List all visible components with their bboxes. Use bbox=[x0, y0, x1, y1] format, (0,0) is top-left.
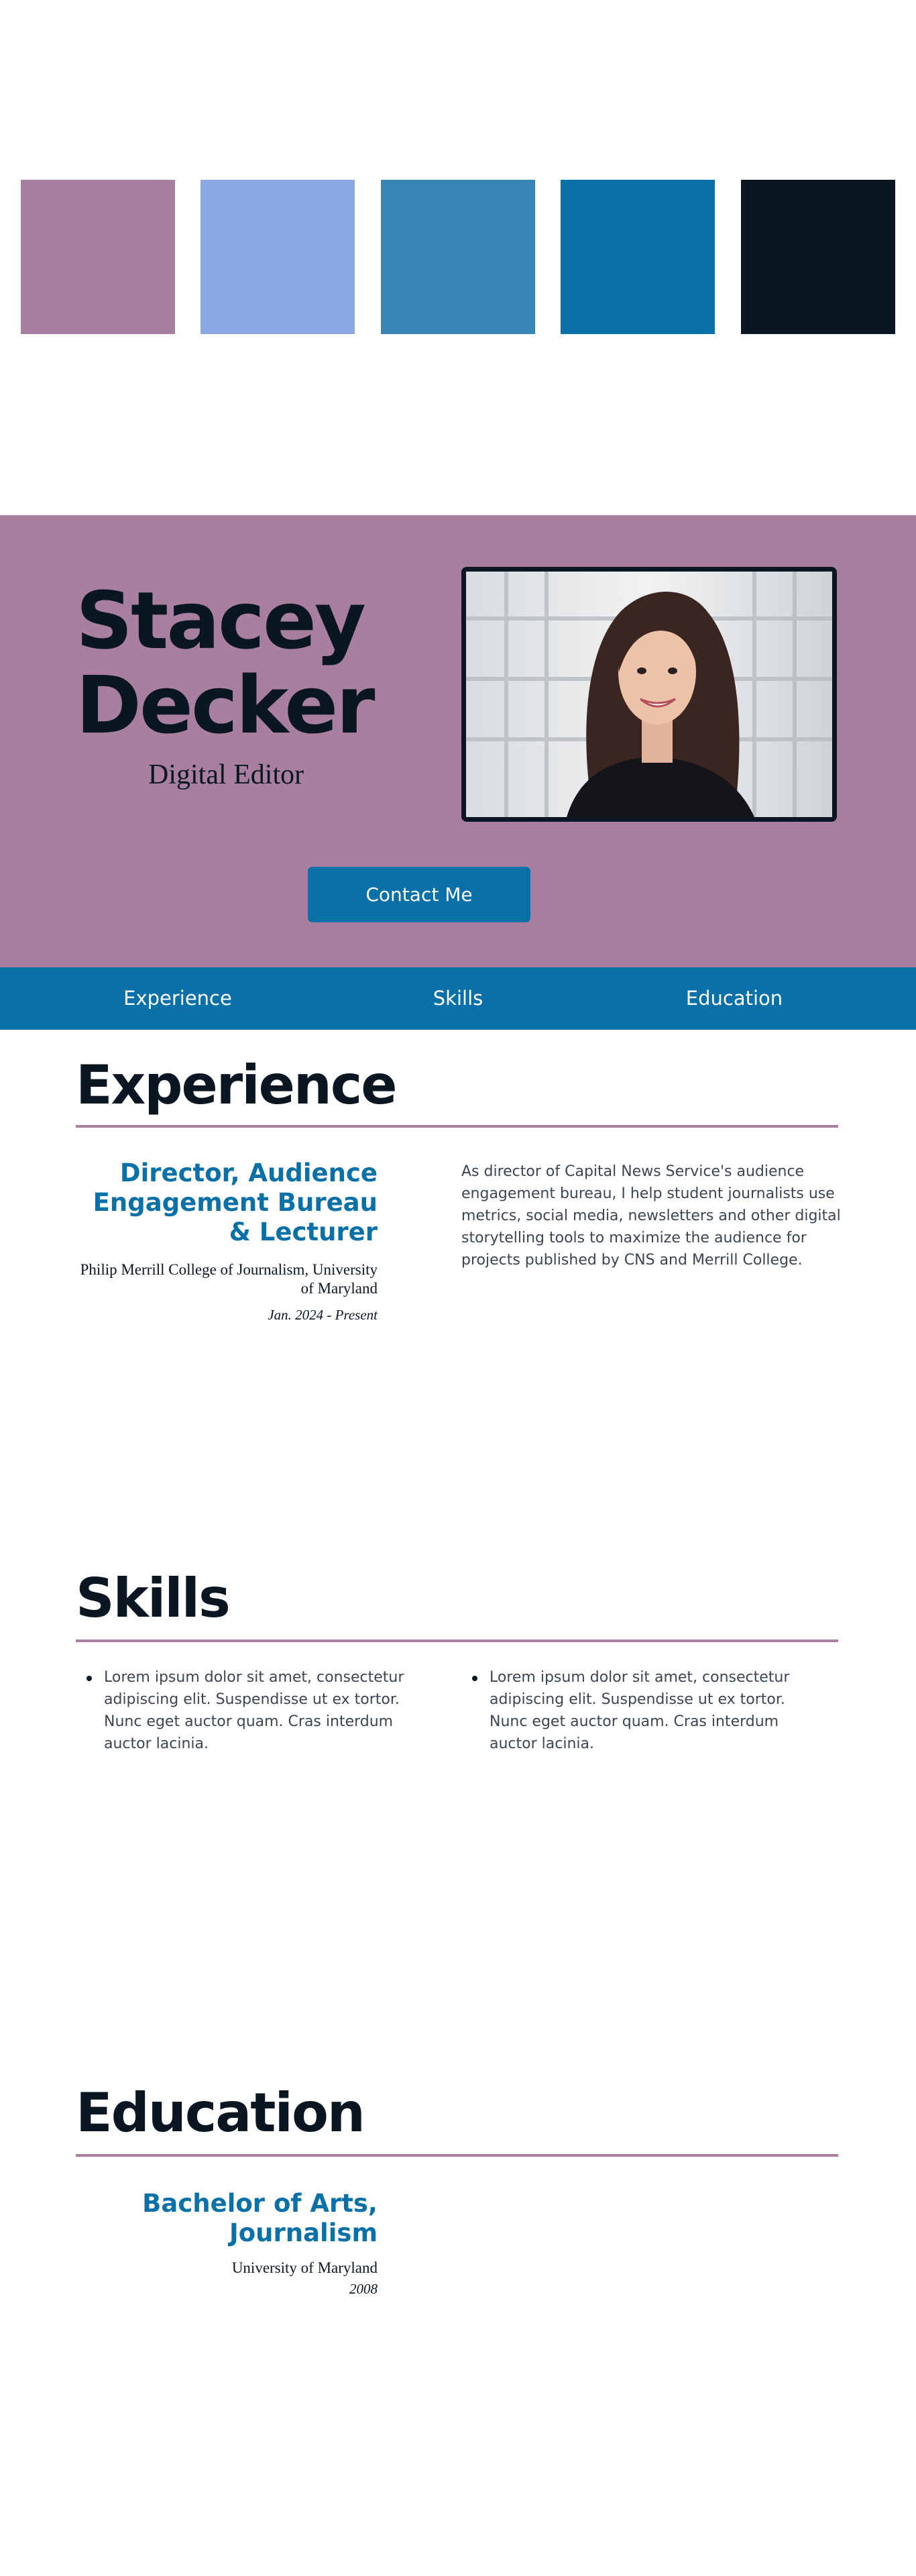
palette-swatch-periwinkle bbox=[201, 180, 355, 334]
hero-first-name: Stacey bbox=[76, 574, 366, 667]
skill-item-text: Lorem ipsum dolor sit amet, consectetur … bbox=[104, 1669, 404, 1752]
experience-heading: Experience bbox=[76, 1054, 398, 1116]
experience-entry-description: As director of Capital News Service's au… bbox=[461, 1163, 841, 1269]
skills-list-left: Lorem ipsum dolor sit amet, consectetur … bbox=[77, 1666, 426, 1755]
skills-list-right: Lorem ipsum dolor sit amet, consectetur … bbox=[463, 1666, 811, 1755]
hero-last-name: Decker bbox=[76, 659, 375, 751]
hero-name: Stacey Decker bbox=[76, 574, 375, 751]
bullet-icon bbox=[472, 1676, 477, 1681]
profile-photo-image bbox=[466, 572, 832, 817]
experience-entry-title: Director, Audience Engagement Bureau & L… bbox=[93, 1159, 378, 1246]
education-entry-degree: Bachelor of Arts, Journalism bbox=[142, 2189, 378, 2247]
education-divider bbox=[76, 2154, 838, 2157]
nav-item-education[interactable]: Education bbox=[632, 967, 836, 1030]
nav-item-skills[interactable]: Skills bbox=[356, 967, 560, 1030]
bullet-icon bbox=[87, 1676, 92, 1681]
palette-swatch-navy bbox=[741, 180, 895, 334]
education-entry: Bachelor of Arts, Journalism University … bbox=[76, 2189, 378, 2298]
experience-entry-dates: Jan. 2024 - Present bbox=[268, 1307, 378, 1323]
nav-item-experience[interactable]: Experience bbox=[76, 967, 280, 1030]
skill-item-text: Lorem ipsum dolor sit amet, consectetur … bbox=[490, 1669, 790, 1752]
education-entry-school: University of Maryland bbox=[231, 2259, 378, 2276]
main-nav: Experience Skills Education bbox=[0, 967, 916, 1030]
education-heading: Education bbox=[76, 2082, 365, 2144]
color-palette bbox=[21, 180, 895, 334]
hero-role: Digital Editor bbox=[148, 759, 304, 790]
skill-item: Lorem ipsum dolor sit amet, consectetur … bbox=[463, 1666, 811, 1755]
skill-item: Lorem ipsum dolor sit amet, consectetur … bbox=[77, 1666, 426, 1755]
experience-divider bbox=[76, 1125, 838, 1128]
palette-swatch-steel-blue bbox=[381, 180, 535, 334]
experience-entry-organization: Philip Merrill College of Journalism, Un… bbox=[80, 1261, 378, 1297]
experience-entry: Director, Audience Engagement Bureau & L… bbox=[76, 1159, 378, 1324]
palette-swatch-mauve bbox=[21, 180, 175, 334]
hero-section: Stacey Decker Digital Editor Contact Me bbox=[0, 515, 916, 967]
profile-photo bbox=[461, 567, 837, 822]
skills-divider bbox=[76, 1640, 838, 1642]
skills-heading: Skills bbox=[76, 1567, 231, 1629]
contact-me-button[interactable]: Contact Me bbox=[308, 867, 530, 922]
education-entry-year: 2008 bbox=[349, 2281, 378, 2297]
palette-swatch-blue bbox=[561, 180, 715, 334]
